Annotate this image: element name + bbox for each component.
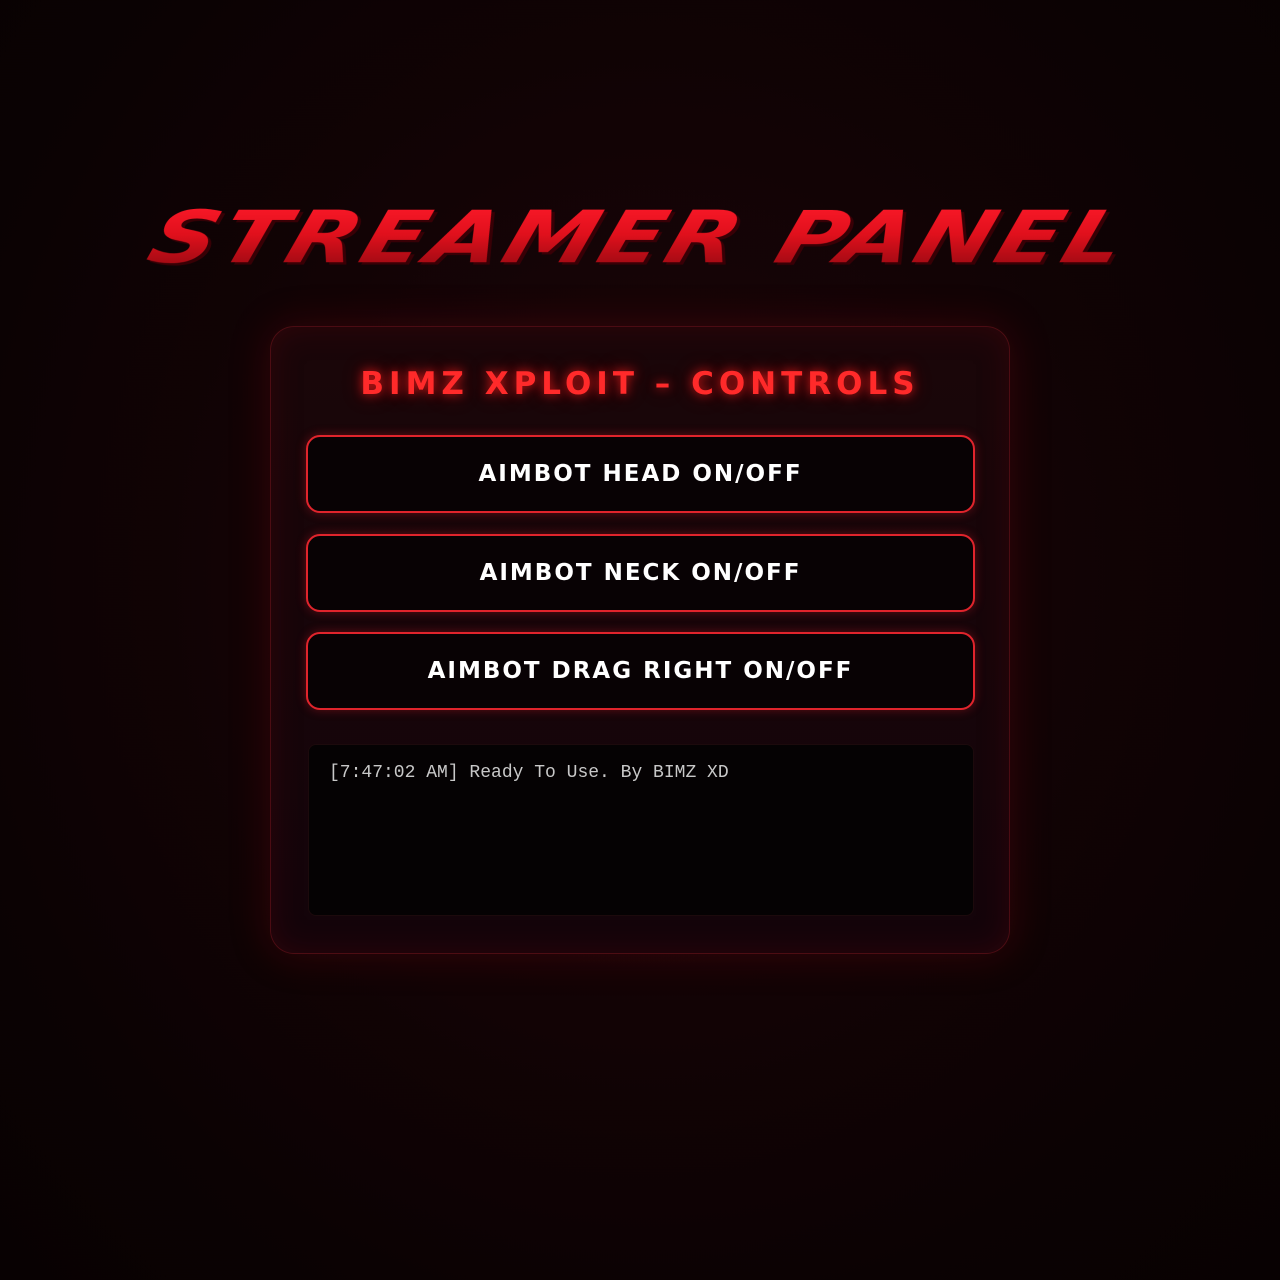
aimbot-neck-toggle-button[interactable]: AIMBOT NECK ON/OFF: [306, 534, 975, 612]
log-line: [7:47:02 AM] Ready To Use. By BIMZ XD: [329, 763, 729, 783]
aimbot-drag-right-toggle-button[interactable]: AIMBOT DRAG RIGHT ON/OFF: [306, 632, 975, 710]
page-title: STREAMER PANEL: [0, 196, 1280, 279]
aimbot-head-toggle-button[interactable]: AIMBOT HEAD ON/OFF: [306, 435, 975, 513]
panel-title: BIMZ XPLOIT – CONTROLS: [360, 366, 920, 402]
log-console[interactable]: [7:47:02 AM] Ready To Use. By BIMZ XD: [308, 744, 974, 916]
